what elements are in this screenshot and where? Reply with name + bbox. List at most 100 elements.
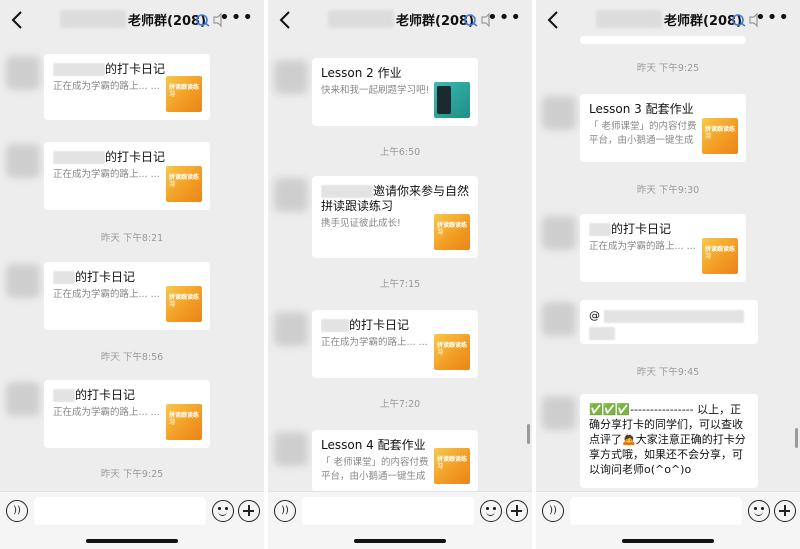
- chat-title: 老师群(208): [396, 14, 475, 29]
- emoji-button[interactable]: [480, 500, 502, 522]
- more-button[interactable]: •••: [755, 9, 790, 27]
- timestamp: 上午6:50: [379, 147, 421, 158]
- more-dots-icon: •••: [487, 7, 522, 28]
- card-thumbnail: [434, 82, 470, 118]
- avatar: [6, 264, 40, 298]
- plus-button[interactable]: [238, 500, 260, 522]
- checkin-card[interactable]: 的打卡日记 正在成为学霸的路上... ... 拼读跟读练习: [44, 54, 210, 120]
- message-input[interactable]: [570, 497, 742, 525]
- timestamp: 昨天 下午9:25: [636, 63, 700, 74]
- voice-button[interactable]: )): [6, 500, 28, 522]
- card-title: 的打卡日记: [105, 62, 166, 76]
- blurred-mention: [603, 309, 744, 323]
- voice-icon: )): [281, 505, 289, 516]
- avatar: [274, 432, 308, 466]
- plus-button[interactable]: [774, 500, 796, 522]
- blurred-name: [321, 319, 349, 332]
- voice-icon: )): [549, 505, 557, 516]
- card-thumbnail: 拼读跟读练习: [434, 334, 470, 370]
- avatar: [542, 216, 576, 250]
- card-title: 的打卡日记: [75, 388, 136, 402]
- avatar: [6, 56, 40, 90]
- card-desc: 快来和我一起刷题学习吧!: [321, 85, 430, 96]
- avatar: [6, 382, 40, 416]
- card-desc: 正在成为学霸的路上... ...: [53, 289, 160, 300]
- timestamp: 上午7:15: [379, 279, 421, 290]
- mention-message[interactable]: @: [580, 300, 758, 344]
- more-button[interactable]: •••: [219, 9, 254, 27]
- avatar: [274, 312, 308, 346]
- scrollbar[interactable]: [527, 424, 530, 444]
- back-button[interactable]: [10, 9, 24, 31]
- blurred-text: [589, 327, 615, 340]
- message-input[interactable]: [34, 497, 206, 525]
- blurred-name: [53, 389, 75, 402]
- checkin-card[interactable]: 的打卡日记 正在成为学霸的路上... ... 拼读跟读练习: [44, 262, 210, 330]
- checkin-card[interactable]: 的打卡日记 正在成为学霸的路上... ... 拼读跟读练习: [44, 380, 210, 448]
- card-title: 的打卡日记: [611, 222, 672, 236]
- blurred-group-name: [328, 10, 394, 28]
- emoji-button[interactable]: [748, 500, 770, 522]
- card-title: Lesson 3 配套作业: [589, 102, 694, 116]
- checkin-card[interactable]: 的打卡日记 正在成为学霸的路上... ... 拼读跟读练习: [44, 142, 210, 210]
- card-desc: 正在成为学霸的路上... ...: [589, 241, 696, 252]
- timestamp: 上午7:20: [379, 399, 421, 410]
- back-button[interactable]: [278, 9, 292, 31]
- voice-button[interactable]: )): [274, 500, 296, 522]
- chevron-left-icon: [11, 11, 22, 29]
- chat-title: 老师群(208): [664, 14, 743, 29]
- blurred-name: [53, 63, 105, 76]
- plus-button[interactable]: [506, 500, 528, 522]
- scrollbar[interactable]: [795, 428, 798, 448]
- mention-symbol: @: [589, 309, 600, 322]
- avatar: [542, 96, 576, 130]
- checkin-card[interactable]: 的打卡日记 正在成为学霸的路上... ... 拼读跟读练习: [312, 310, 478, 378]
- message-text: ✅✅✅---------------- 以上，正确分享打卡的同学们，可以查收点评…: [589, 403, 746, 476]
- invite-card[interactable]: 邀请你来参与自然拼读跟读练习 携手见证彼此成长! 拼读跟读练习: [312, 176, 478, 258]
- card-desc: 正在成为学霸的路上... ...: [321, 337, 428, 348]
- card-desc: 「 老师课堂」的内容付费平台，由小鹅通一键生成: [589, 121, 697, 146]
- card-desc: 携手见证彼此成长!: [321, 218, 401, 229]
- chevron-left-icon: [547, 11, 558, 29]
- more-dots-icon: •••: [219, 7, 254, 28]
- chat-header: 老师群(208) •••: [0, 0, 264, 40]
- card-desc: 正在成为学霸的路上... ...: [53, 407, 160, 418]
- emoji-button[interactable]: [212, 500, 234, 522]
- message-input[interactable]: [302, 497, 474, 525]
- card-thumbnail: 拼读跟读练习: [702, 118, 738, 154]
- chat-title: 老师群(208): [128, 14, 207, 29]
- blurred-name: [53, 151, 105, 164]
- blurred-name: [321, 185, 373, 198]
- chat-panel-3: 老师群(208) ••• 昨天 下午9:25 Lesson 3 配套作业 「 老…: [536, 0, 800, 549]
- voice-button[interactable]: )): [542, 500, 564, 522]
- home-indicator: [622, 539, 714, 543]
- timestamp: 昨天 下午9:30: [636, 185, 700, 196]
- card-thumbnail: 拼读跟读练习: [166, 76, 202, 112]
- checkin-card[interactable]: 的打卡日记 正在成为学霸的路上... ... 拼读跟读练习: [580, 214, 746, 282]
- card-thumbnail: 拼读跟读练习: [434, 448, 470, 484]
- homework-card[interactable]: Lesson 4 配套作业 「 老师课堂」的内容付费平台，由小鹅通一键生成 拼读…: [312, 430, 478, 492]
- homework-card[interactable]: Lesson 3 配套作业 「 老师课堂」的内容付费平台，由小鹅通一键生成 拼读…: [580, 94, 746, 162]
- timestamp: 昨天 下午9:45: [636, 367, 700, 378]
- chat-panel-2: 老师群(208) ••• Lesson 2 作业 快来和我一起刷题学习吧! 上午…: [268, 0, 532, 549]
- cut-off-card: [580, 36, 746, 44]
- timestamp: 昨天 下午8:21: [100, 233, 164, 244]
- homework-card[interactable]: Lesson 2 作业 快来和我一起刷题学习吧!: [312, 58, 478, 126]
- blurred-group-name: [596, 10, 662, 28]
- card-thumbnail: 拼读跟读练习: [166, 166, 202, 202]
- card-thumbnail: 拼读跟读练习: [434, 214, 470, 250]
- back-button[interactable]: [546, 9, 560, 31]
- card-thumbnail: 拼读跟读练习: [166, 286, 202, 322]
- text-message[interactable]: ✅✅✅---------------- 以上，正确分享打卡的同学们，可以查收点评…: [580, 394, 758, 488]
- avatar: [542, 396, 576, 430]
- input-bar: )): [268, 491, 532, 549]
- avatar: [274, 60, 308, 94]
- card-title: 的打卡日记: [75, 270, 136, 284]
- avatar: [542, 302, 576, 336]
- timestamp: 昨天 下午9:25: [100, 469, 164, 480]
- more-button[interactable]: •••: [487, 9, 522, 27]
- input-bar: )): [0, 491, 264, 549]
- blurred-name: [589, 223, 611, 236]
- card-thumbnail: 拼读跟读练习: [702, 238, 738, 274]
- blurred-name: [53, 271, 75, 284]
